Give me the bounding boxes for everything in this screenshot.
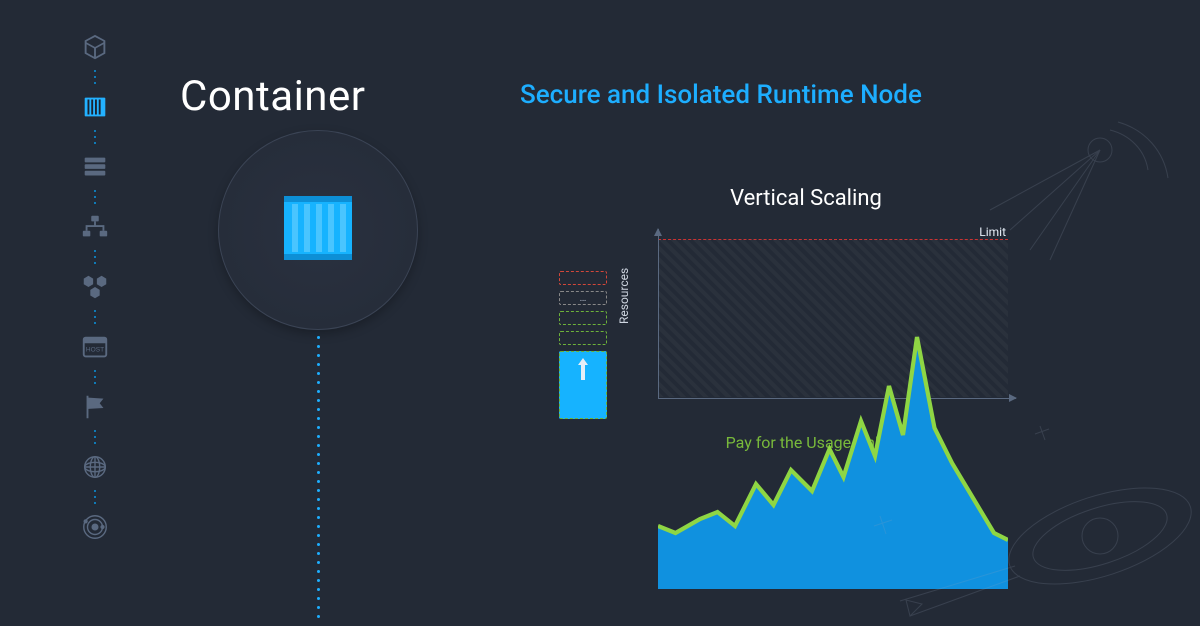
page-subtitle: Secure and Isolated Runtime Node xyxy=(520,80,922,110)
rail-dots xyxy=(94,250,96,264)
rail-item-database[interactable] xyxy=(78,150,112,184)
rail-item-container[interactable] xyxy=(78,90,112,124)
hexes-icon xyxy=(80,272,110,302)
rail-item-host[interactable]: HOST xyxy=(78,330,112,364)
rail-dots xyxy=(94,370,96,384)
page-title: Container xyxy=(180,72,365,121)
rail-item-hexes[interactable] xyxy=(78,270,112,304)
container-icon xyxy=(80,92,110,122)
rail-dots xyxy=(94,310,96,324)
rail-item-flag[interactable] xyxy=(78,390,112,424)
svg-text:HOST: HOST xyxy=(86,347,104,354)
limit-label: Limit xyxy=(979,225,1006,239)
feature-circle xyxy=(218,130,418,330)
cloudlet-stack: … xyxy=(556,271,610,419)
rail-dots xyxy=(94,70,96,84)
rail-dots xyxy=(94,430,96,444)
topology-icon xyxy=(80,212,110,242)
cloudlet-slot xyxy=(559,331,607,345)
flag-icon xyxy=(80,392,110,422)
cube-icon xyxy=(80,32,110,62)
arrow-up-icon xyxy=(577,358,589,380)
rail-item-orbit[interactable] xyxy=(78,510,112,544)
cloudlet-slot xyxy=(559,311,607,325)
dotted-connector xyxy=(317,336,320,618)
cloudlet-filled xyxy=(559,351,607,419)
rail-item-globe[interactable] xyxy=(78,450,112,484)
cloudlet-top xyxy=(559,271,607,285)
chart-plot: Resources Limit $ xyxy=(636,229,1016,419)
y-axis-label: Resources xyxy=(617,268,631,324)
side-rail: HOST xyxy=(78,30,112,544)
vertical-scaling-chart: Vertical Scaling … Resources Limit $ xyxy=(556,186,1056,452)
rail-item-topology[interactable] xyxy=(78,210,112,244)
container-icon xyxy=(276,186,360,274)
cloudlet-ellipsis: … xyxy=(559,291,607,305)
globe-icon xyxy=(80,452,110,482)
rail-dots xyxy=(94,130,96,144)
area-path: $ xyxy=(658,239,1008,589)
rail-dots xyxy=(94,490,96,504)
orbit-icon xyxy=(80,512,110,542)
rail-item-cube[interactable] xyxy=(78,30,112,64)
chart-title: Vertical Scaling xyxy=(556,186,1056,211)
rail-dots xyxy=(94,190,96,204)
database-icon xyxy=(80,152,110,182)
host-icon: HOST xyxy=(80,332,110,362)
